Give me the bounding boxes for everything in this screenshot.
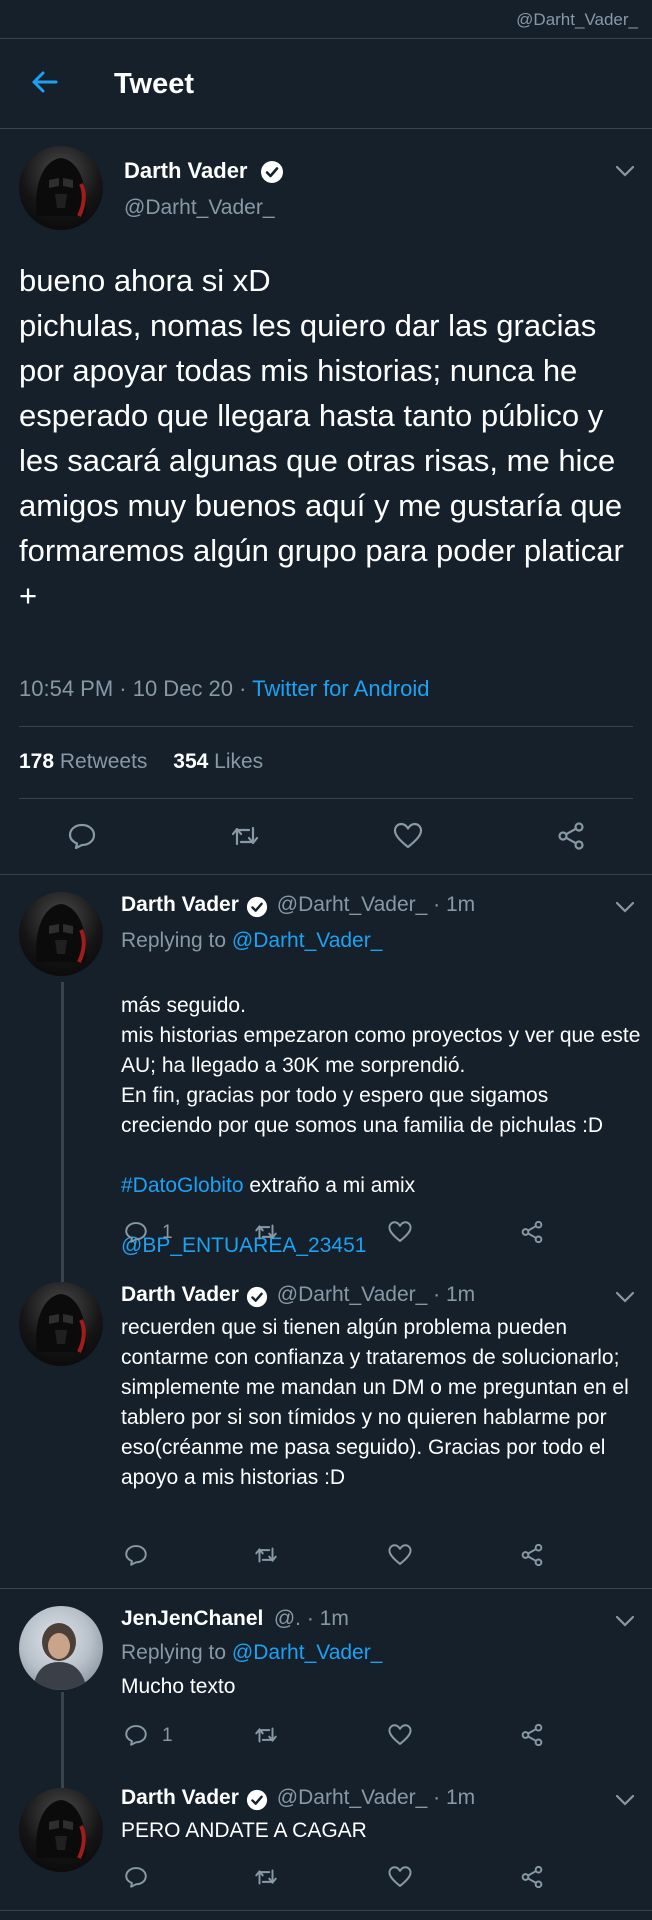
replying-to: Replying to @Darht_Vader_ (121, 929, 382, 953)
avatar[interactable] (19, 1606, 103, 1690)
reply-author-handle[interactable]: @Darht_Vader_ · 1m (277, 1283, 475, 1306)
replying-to: Replying to @Darht_Vader_ (121, 1641, 382, 1665)
reply-author-name[interactable]: Darth Vader (121, 1283, 239, 1306)
reply-text: recuerden que si tienen algún problema p… (121, 1316, 629, 1489)
reply-icon[interactable] (123, 1722, 149, 1748)
reply-icon[interactable] (66, 820, 98, 852)
reply-icon[interactable] (123, 1542, 149, 1568)
reply-text: más seguido. mis historias empezaron com… (121, 961, 641, 1261)
divider (0, 38, 652, 39)
reply-body-tail: extraño a mi amix (243, 1174, 416, 1197)
thread-connector (61, 1692, 64, 1788)
retweets-count: 178 (19, 750, 55, 773)
divider (19, 798, 633, 799)
divider (0, 128, 652, 129)
retweet-icon[interactable] (253, 1219, 279, 1245)
reply-icon[interactable] (123, 1864, 149, 1890)
avatar[interactable] (19, 1282, 103, 1366)
retweet-icon[interactable] (253, 1864, 279, 1890)
share-icon[interactable] (519, 1542, 545, 1568)
darth-vader-helmet-icon (36, 1294, 86, 1353)
reply-header: Darth Vader @Darht_Vader_ · 1m (121, 893, 475, 918)
divider (0, 1910, 652, 1911)
thread-connector (61, 982, 64, 1282)
divider (0, 1588, 652, 1589)
retweets-label: Retweets (54, 750, 148, 773)
tweet-stats: 178 Retweets 354 Likes (19, 750, 263, 774)
chevron-down-icon[interactable] (614, 1290, 636, 1304)
share-icon[interactable] (519, 1219, 545, 1245)
replying-to-prefix: Replying to (121, 1641, 232, 1664)
reply-author-name[interactable]: Darth Vader (121, 1786, 239, 1809)
likes-stat[interactable]: 354 Likes (173, 750, 263, 773)
user-photo-icon (33, 1623, 87, 1690)
reply-body: más seguido. mis historias empezaron com… (121, 994, 641, 1137)
replying-to-link[interactable]: @Darht_Vader_ (232, 929, 383, 952)
mention-link[interactable]: @BP_ENTUAREA_23451 (121, 1234, 366, 1257)
arrow-left-icon[interactable] (28, 66, 60, 98)
like-heart-icon[interactable] (387, 1219, 413, 1245)
reply-text: PERO ANDATE A CAGAR (121, 1819, 367, 1842)
share-icon[interactable] (519, 1864, 545, 1890)
tweet-meta: 10:54 PM · 10 Dec 20 · Twitter for Andro… (19, 676, 429, 702)
avatar[interactable] (19, 1788, 103, 1872)
reply-icon[interactable] (123, 1219, 149, 1245)
chevron-down-icon[interactable] (614, 1793, 636, 1807)
verified-badge-icon (247, 896, 268, 917)
darth-vader-helmet-icon (36, 158, 86, 217)
divider (0, 874, 652, 875)
darth-vader-helmet-icon (36, 1800, 86, 1859)
like-heart-icon[interactable] (387, 1542, 413, 1568)
avatar[interactable] (19, 146, 103, 230)
like-heart-icon[interactable] (387, 1864, 413, 1890)
reply-header: JenJenChanel @. · 1m (121, 1607, 349, 1631)
reply-author-handle[interactable]: @Darht_Vader_ · 1m (277, 893, 475, 916)
tweet-source-link[interactable]: Twitter for Android (252, 676, 429, 701)
reply-header: Darth Vader @Darht_Vader_ · 1m (121, 1283, 475, 1308)
reply-author-name[interactable]: Darth Vader (121, 893, 239, 916)
chevron-down-icon[interactable] (614, 1614, 636, 1628)
share-icon[interactable] (519, 1722, 545, 1748)
hashtag-link[interactable]: #DatoGlobito (121, 1174, 244, 1197)
tweet-text: bueno ahora si xD pichulas, nomas les qu… (19, 263, 624, 613)
avatar[interactable] (19, 892, 103, 976)
chevron-down-icon[interactable] (614, 900, 636, 914)
reply-author-name[interactable]: JenJenChanel (121, 1607, 263, 1630)
reply-count: 1 (162, 1725, 173, 1746)
like-heart-icon[interactable] (387, 1722, 413, 1748)
verified-badge-icon (260, 161, 283, 184)
likes-label: Likes (208, 750, 264, 773)
author-handle[interactable]: @Darht_Vader_ (124, 196, 275, 220)
darth-vader-helmet-icon (36, 904, 86, 963)
reply-text: Mucho texto (121, 1675, 236, 1698)
verified-badge-icon (247, 1789, 268, 1810)
retweet-icon[interactable] (253, 1542, 279, 1568)
chevron-down-icon[interactable] (614, 164, 636, 178)
reply-author-handle[interactable]: @. · 1m (274, 1607, 349, 1630)
author-name-text[interactable]: Darth Vader (124, 158, 248, 183)
reply-count: 1 (162, 1222, 173, 1243)
tweet-time: 10:54 PM · 10 Dec 20 · (19, 676, 253, 701)
reply-header: Darth Vader @Darht_Vader_ · 1m (121, 1786, 475, 1811)
share-icon[interactable] (555, 820, 587, 852)
retweet-icon[interactable] (253, 1722, 279, 1748)
divider (19, 726, 633, 727)
retweet-icon[interactable] (229, 820, 261, 852)
author-name[interactable]: Darth Vader (124, 158, 284, 184)
retweets-stat[interactable]: 178 Retweets (19, 750, 147, 773)
replying-to-prefix: Replying to (121, 929, 232, 952)
verified-badge-icon (247, 1286, 268, 1307)
watermark: @Darht_Vader_ (516, 10, 638, 29)
like-heart-icon[interactable] (392, 820, 424, 852)
likes-count: 354 (173, 750, 209, 773)
page-title: Tweet (114, 68, 195, 100)
replying-to-link[interactable]: @Darht_Vader_ (232, 1641, 383, 1664)
reply-author-handle[interactable]: @Darht_Vader_ · 1m (277, 1786, 475, 1809)
